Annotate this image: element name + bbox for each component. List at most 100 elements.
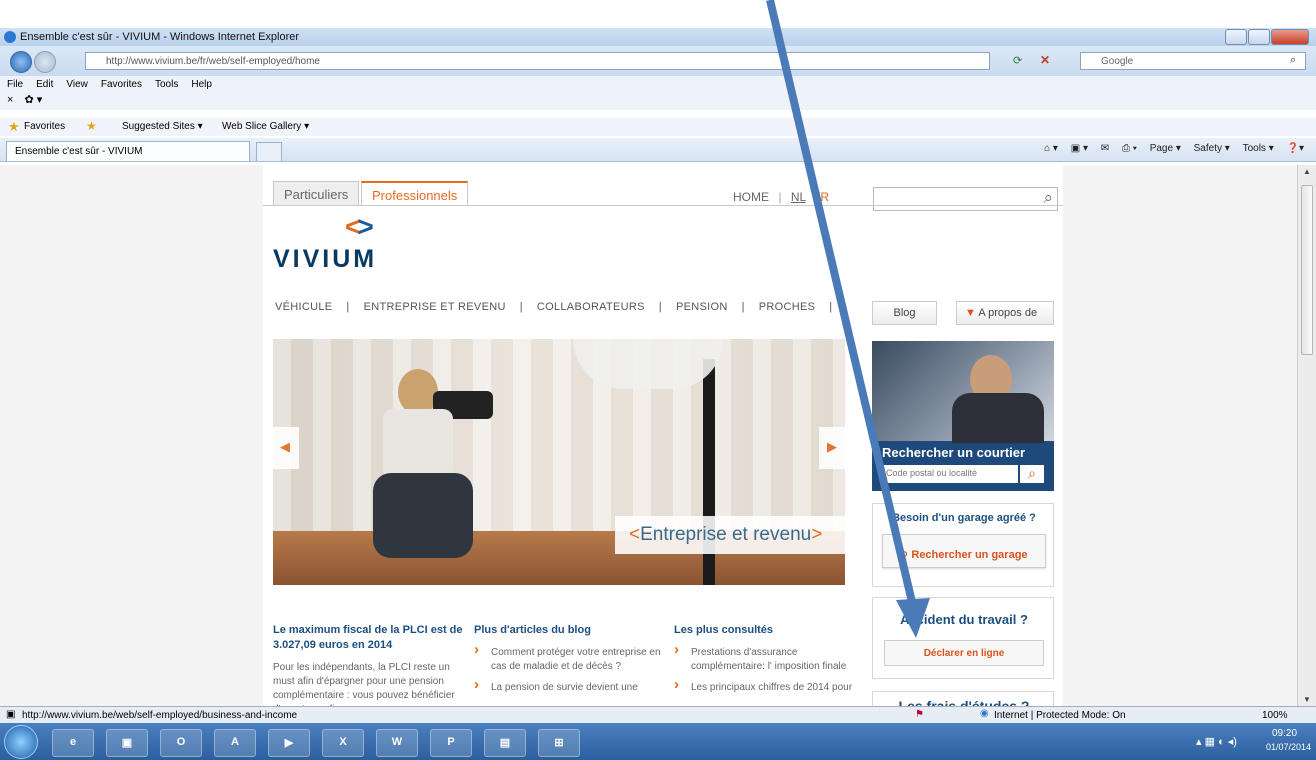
scroll-up-icon[interactable]: ▲: [1303, 167, 1311, 176]
clock-time[interactable]: 09:20: [1272, 728, 1297, 739]
logo[interactable]: VIVIUM: [273, 245, 377, 274]
nav-entreprise[interactable]: ENTREPRISE ET REVENU: [364, 301, 506, 313]
courtier-widget: Rechercher un courtier Code postal ou lo…: [872, 341, 1054, 491]
magnifier-icon: ⌕: [900, 545, 909, 561]
minimize-button[interactable]: [1225, 29, 1247, 45]
page-icon: ▣: [6, 709, 16, 720]
status-zone[interactable]: Internet | Protected Mode: On: [994, 710, 1126, 721]
page-menu[interactable]: Page ▾: [1150, 143, 1181, 154]
safety-menu[interactable]: Safety ▾: [1194, 143, 1230, 154]
search-icon[interactable]: ⌕: [1290, 54, 1296, 67]
zoom-level[interactable]: 100%: [1262, 710, 1288, 721]
close-button[interactable]: [1271, 29, 1309, 45]
tab-title: Ensemble c'est sûr - VIVIUM: [15, 146, 143, 157]
popular-article-link[interactable]: Prestations d'assurance complémentaire: …: [674, 643, 864, 674]
command-tools: ⌂ ▾ ▣ ▾ ✉ ⎙ ▾ Page ▾ Safety ▾ Tools ▾ ❓▾: [1034, 143, 1304, 154]
apropos-button[interactable]: ▼ A propos de: [956, 301, 1054, 325]
addon-icon[interactable]: ✿ ▾: [25, 94, 43, 106]
nav-proches[interactable]: PROCHES: [759, 301, 816, 313]
url-text: http://www.vivium.be/fr/web/self-employe…: [106, 56, 320, 67]
print-icon[interactable]: ⎙ ▾: [1122, 143, 1137, 154]
window-title: Ensemble c'est sûr - VIVIUM - Windows In…: [20, 31, 300, 43]
taskbar-acrobat[interactable]: A: [214, 729, 256, 757]
new-tab-button[interactable]: [256, 142, 282, 161]
garage-title: Besoin d'un garage agréé ?: [892, 512, 1036, 524]
declare-online-button[interactable]: Déclarer en ligne: [884, 640, 1044, 666]
hero-next-arrow[interactable]: ▶: [819, 427, 845, 469]
fr-link[interactable]: FR: [813, 190, 829, 204]
hero-banner[interactable]: ◀ ▶ <Entreprise et revenu>: [273, 339, 845, 585]
taskbar-ie[interactable]: e: [52, 729, 94, 757]
start-button[interactable]: [4, 725, 38, 759]
menu-help[interactable]: Help: [184, 76, 218, 90]
back-button[interactable]: [10, 51, 32, 73]
stop-icon[interactable]: ✕: [1040, 53, 1050, 67]
windows-taskbar: e ▣ O A ▶ X W P ▤ ⊞ ▴ ▦ ◐ ◂) 09:20 01/07…: [0, 723, 1316, 760]
search-input[interactable]: Google: [1080, 52, 1306, 70]
add-favorite-icon[interactable]: ★: [86, 119, 97, 133]
blog-article-link[interactable]: La pension de survie devient une: [474, 678, 674, 695]
blog-column-title: Plus d'articles du blog: [474, 624, 591, 636]
courtier-search-button[interactable]: ⌕: [1020, 465, 1044, 483]
blog-button[interactable]: Blog: [872, 301, 937, 325]
browser-tab[interactable]: Ensemble c'est sûr - VIVIUM: [6, 141, 250, 161]
nav-pension[interactable]: PENSION: [676, 301, 728, 313]
home-link[interactable]: HOME: [733, 190, 769, 204]
favorites-bar: ★ Favorites ★ Suggested Sites ▾ Web Slic…: [0, 118, 1316, 136]
feeds-icon[interactable]: ▣ ▾: [1071, 143, 1088, 154]
taskbar-excel[interactable]: X: [322, 729, 364, 757]
menu-file[interactable]: File: [0, 76, 29, 90]
taskbar-outlook[interactable]: O: [160, 729, 202, 757]
taskbar-explorer[interactable]: ▣: [106, 729, 148, 757]
tools-menu[interactable]: Tools ▾: [1243, 143, 1274, 154]
clock-date[interactable]: 01/07/2014: [1266, 742, 1311, 752]
maximize-button[interactable]: [1248, 29, 1270, 45]
menu-edit[interactable]: Edit: [29, 76, 59, 90]
arrow-right-icon: ▶: [827, 439, 837, 454]
tab-particuliers[interactable]: Particuliers: [273, 181, 360, 205]
nav-vehicule[interactable]: VÉHICULE: [275, 301, 332, 313]
refresh-icon[interactable]: ⟳: [1013, 54, 1022, 67]
menu-tools[interactable]: Tools: [148, 76, 184, 90]
popular-article-link[interactable]: Les principaux chiffres de 2014 pour: [674, 678, 864, 695]
scroll-thumb[interactable]: [1301, 185, 1313, 355]
tab-professionnels[interactable]: Professionnels: [361, 181, 469, 205]
scroll-down-icon[interactable]: ▼: [1303, 695, 1311, 704]
home-icon[interactable]: ⌂ ▾: [1044, 143, 1058, 154]
status-bar: ▣ http://www.vivium.be/web/self-employed…: [0, 706, 1316, 723]
taskbar-network[interactable]: ⊞: [538, 729, 580, 757]
site-search-input[interactable]: ⌕: [873, 187, 1058, 211]
help-icon[interactable]: ❓▾: [1287, 143, 1304, 154]
courtier-input[interactable]: Code postal ou localité: [882, 465, 1018, 483]
nl-link[interactable]: NL: [791, 190, 806, 204]
favorites-star-icon[interactable]: ★: [8, 119, 20, 135]
menu-favorites[interactable]: Favorites: [94, 76, 148, 90]
vertical-scrollbar[interactable]: ▲ ▼: [1297, 165, 1316, 706]
plci-title[interactable]: Le maximum fiscal de la PLCI est de 3.02…: [273, 623, 473, 653]
page-viewport: Particuliers Professionnels <> VIVIUM HO…: [0, 165, 1297, 721]
address-row: http://www.vivium.be/fr/web/self-employe…: [0, 46, 1316, 76]
mail-icon[interactable]: ✉: [1101, 143, 1109, 154]
hero-caption[interactable]: <Entreprise et revenu>: [615, 516, 845, 554]
taskbar-word[interactable]: W: [376, 729, 418, 757]
taskbar-powerpoint[interactable]: P: [430, 729, 472, 757]
logo-mark-icon[interactable]: <>: [345, 213, 374, 241]
window-light: [273, 339, 845, 531]
nav-collaborateurs[interactable]: COLLABORATEURS: [537, 301, 645, 313]
hero-prev-arrow[interactable]: ◀: [273, 427, 299, 469]
arrow-left-icon: ◀: [280, 439, 290, 454]
taskbar-media[interactable]: ▶: [268, 729, 310, 757]
close-toolbar-icon[interactable]: ×: [7, 94, 13, 106]
blog-article-link[interactable]: Comment protéger votre entreprise en cas…: [474, 643, 674, 674]
taskbar-paint[interactable]: ▤: [484, 729, 526, 757]
forward-button[interactable]: [34, 51, 56, 73]
web-slice-link[interactable]: Web Slice Gallery ▾: [222, 121, 309, 132]
menu-view[interactable]: View: [59, 76, 94, 90]
suggested-sites-link[interactable]: Suggested Sites ▾: [122, 121, 203, 132]
accident-widget: Accident du travail ? Déclarer en ligne: [872, 597, 1054, 679]
tray-icons[interactable]: ▴ ▦ ◐ ◂): [1196, 735, 1237, 748]
favorites-button[interactable]: Favorites: [24, 121, 65, 132]
site-search-icon[interactable]: ⌕: [1043, 188, 1053, 208]
garage-search-button[interactable]: ⌕ Rechercher un garage: [882, 534, 1046, 568]
address-bar[interactable]: http://www.vivium.be/fr/web/self-employe…: [85, 52, 990, 70]
